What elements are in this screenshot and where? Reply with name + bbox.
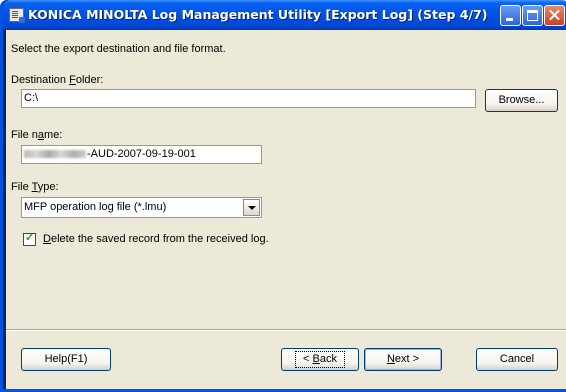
close-button[interactable] [544, 5, 565, 26]
redacted-text [24, 150, 86, 159]
chevron-down-icon[interactable] [243, 199, 260, 216]
maximize-button[interactable] [522, 5, 543, 26]
delete-record-checkbox[interactable]: ✓ [23, 232, 36, 246]
destination-folder-label: Destination Folder: [11, 74, 104, 86]
destination-folder-input[interactable]: C:\ [21, 89, 476, 108]
help-button[interactable]: Help(F1) [21, 348, 111, 371]
footer-separator-highlight [6, 330, 566, 331]
window-title: KONICA MINOLTA Log Management Utility [E… [28, 7, 488, 22]
instruction-text: Select the export destination and file f… [11, 43, 226, 55]
title-bar[interactable]: KONICA MINOLTA Log Management Utility [E… [3, 0, 566, 30]
file-name-input[interactable]: -AUD-2007-09-19-001 [21, 145, 262, 164]
dialog-body: Select the export destination and file f… [6, 30, 566, 389]
delete-record-label[interactable]: Delete the saved record from the receive… [43, 233, 269, 245]
maximize-icon [527, 10, 538, 21]
export-log-window: KONICA MINOLTA Log Management Utility [E… [0, 0, 566, 392]
checkmark-icon: ✓ [25, 232, 35, 244]
close-icon [545, 6, 564, 25]
browse-button[interactable]: Browse... [485, 89, 558, 112]
cancel-button[interactable]: Cancel [476, 348, 558, 371]
file-type-select[interactable]: MFP operation log file (*.lmu) [21, 197, 262, 218]
minimize-button[interactable] [500, 5, 521, 26]
next-button[interactable]: Next > [364, 348, 442, 371]
minimize-icon [506, 18, 513, 21]
app-icon [9, 8, 25, 23]
file-name-label: File name: [11, 129, 63, 141]
file-type-value: MFP operation log file (*.lmu) [24, 201, 167, 213]
back-button[interactable]: < Back [281, 348, 359, 371]
file-type-label: File Type: [11, 181, 59, 193]
